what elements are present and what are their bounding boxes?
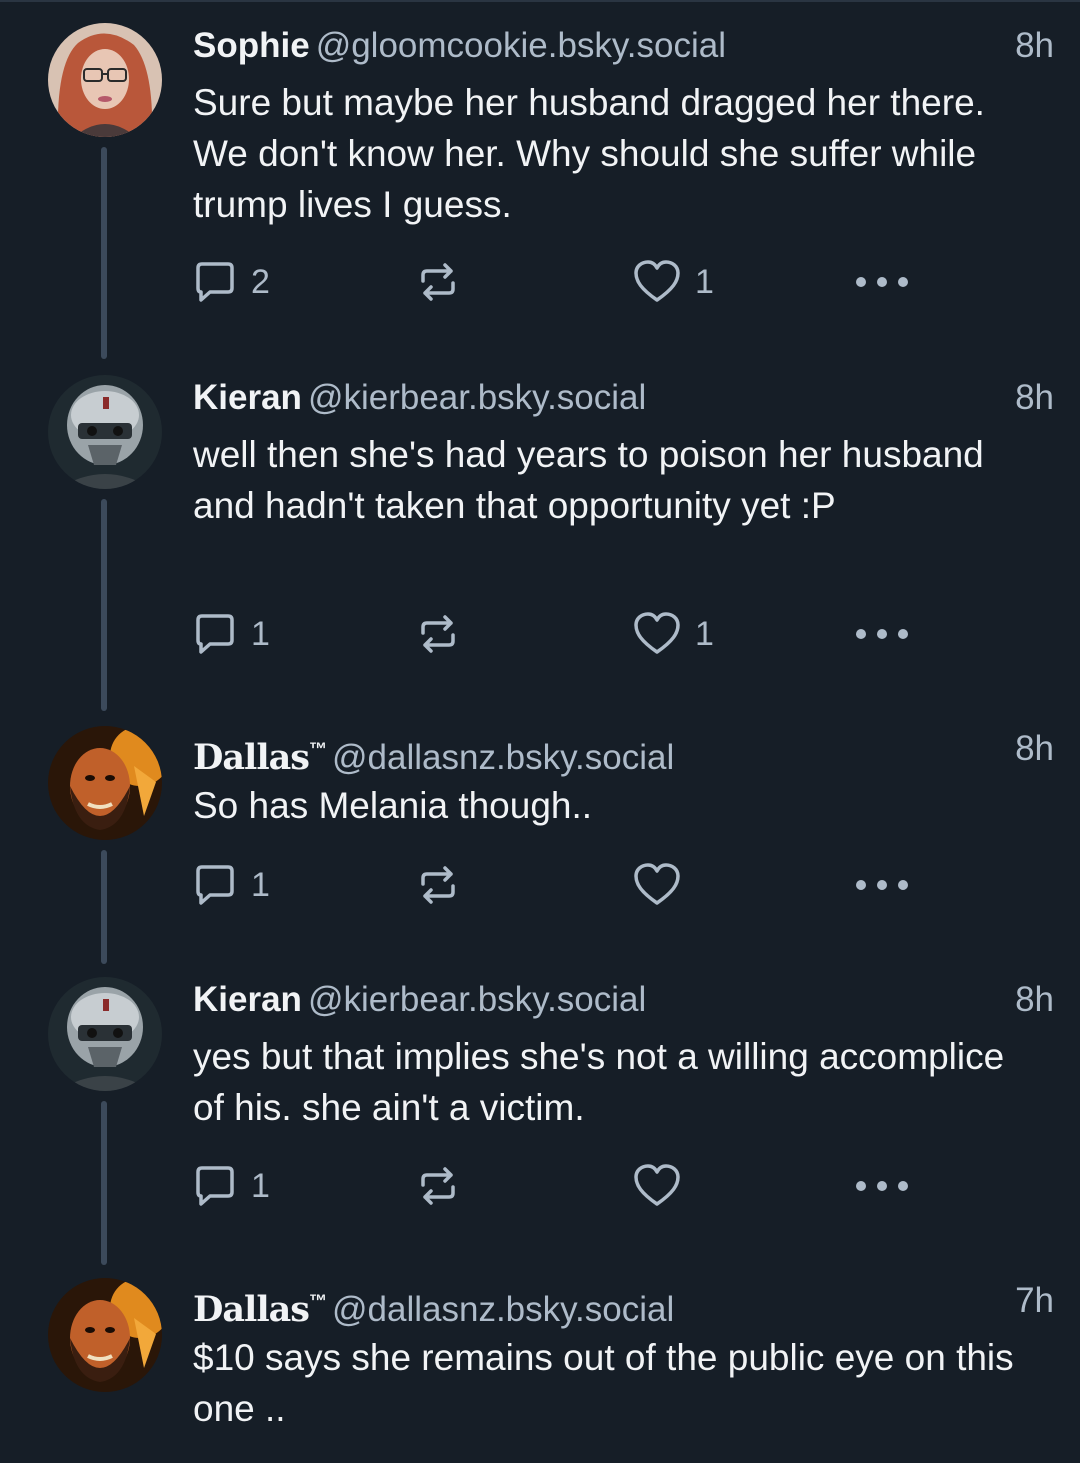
repost-arrows-icon (421, 263, 455, 301)
author-name[interactable]: Kieran (193, 378, 302, 417)
author-handle[interactable]: @dallasnz.bsky.social (332, 738, 674, 777)
author-name[interactable]: Dallas™ (193, 737, 327, 778)
more-options-button[interactable] (855, 860, 909, 910)
reply-button[interactable]: 1 (193, 1161, 270, 1211)
top-divider (0, 0, 1080, 2)
heart-icon (634, 260, 680, 302)
avatar[interactable] (48, 23, 162, 137)
thread-line (101, 1101, 107, 1265)
post-header: Dallas™ @dallasnz.bsky.social (193, 1280, 993, 1331)
heart-icon (634, 863, 680, 905)
post-item[interactable]: Dallas™ @dallasnz.bsky.social 7h $10 says… (0, 1278, 1080, 1463)
post-item[interactable]: Kieran @kierbear.bsky.social 8h yes but t… (0, 977, 1080, 1265)
author-name[interactable]: Kieran (193, 980, 302, 1019)
avatar[interactable] (48, 977, 162, 1091)
repost-button[interactable] (415, 609, 461, 659)
more-options-button[interactable] (855, 609, 909, 659)
more-options-button[interactable] (855, 257, 909, 307)
like-button[interactable]: 1 (633, 257, 714, 307)
post-actions: 1 (193, 1161, 953, 1211)
heart-icon (634, 1164, 680, 1206)
reply-bubble-icon (196, 262, 234, 302)
post-text: yes but that implies she's not a willing… (193, 1036, 1005, 1128)
author-handle[interactable]: @kierbear.bsky.social (308, 980, 646, 1019)
thread-line (101, 147, 107, 359)
author-handle[interactable]: @kierbear.bsky.social (308, 378, 646, 417)
reply-bubble-icon (196, 1166, 234, 1206)
more-dots-icon (856, 1181, 908, 1191)
post-time[interactable]: 8h (1015, 728, 1054, 770)
reply-count: 1 (251, 865, 270, 904)
repost-button[interactable] (415, 860, 461, 910)
reply-count: 2 (251, 262, 270, 301)
post-time[interactable]: 8h (1015, 979, 1054, 1021)
like-count: 1 (695, 614, 714, 653)
reply-count: 1 (251, 1166, 270, 1205)
like-button[interactable] (633, 860, 695, 910)
reply-button[interactable]: 2 (193, 257, 270, 307)
post-text: So has Melania though.. (193, 785, 593, 826)
post-item[interactable]: Kieran @kierbear.bsky.social 8h well then… (0, 375, 1080, 711)
post-item[interactable]: Sophie @gloomcookie.bsky.social 8h Sure b… (0, 23, 1080, 359)
post-actions: 1 1 (193, 609, 953, 659)
reply-button[interactable]: 1 (193, 860, 270, 910)
repost-arrows-icon (421, 866, 455, 904)
reply-count: 1 (251, 614, 270, 653)
post-time[interactable]: 8h (1015, 25, 1054, 67)
more-dots-icon (856, 629, 908, 639)
post-header: Dallas™ @dallasnz.bsky.social (193, 728, 993, 779)
avatar[interactable] (48, 1278, 162, 1392)
repost-arrows-icon (421, 615, 455, 653)
repost-button[interactable] (415, 257, 461, 307)
post-time[interactable]: 8h (1015, 377, 1054, 419)
like-button[interactable]: 1 (633, 609, 714, 659)
heart-icon (634, 612, 680, 654)
repost-button[interactable] (415, 1161, 461, 1211)
more-dots-icon (856, 277, 908, 287)
avatar[interactable] (48, 375, 162, 489)
more-options-button[interactable] (855, 1161, 909, 1211)
author-handle[interactable]: @dallasnz.bsky.social (332, 1290, 674, 1329)
avatar[interactable] (48, 726, 162, 840)
reply-bubble-icon (196, 614, 234, 654)
reply-button[interactable]: 1 (193, 609, 270, 659)
post-time[interactable]: 7h (1015, 1280, 1054, 1322)
thread-line (101, 499, 107, 711)
like-button[interactable] (633, 1161, 695, 1211)
post-actions: 2 1 (193, 257, 953, 307)
post-text: $10 says she remains out of the public e… (193, 1337, 1014, 1429)
like-count: 1 (695, 262, 714, 301)
post-item[interactable]: Dallas™ @dallasnz.bsky.social 8h So has M… (0, 726, 1080, 964)
author-name[interactable]: Sophie (193, 26, 310, 65)
reply-bubble-icon (196, 865, 234, 905)
thread-line (101, 850, 107, 964)
more-dots-icon (856, 880, 908, 890)
post-text: well then she's had years to poison her … (193, 434, 984, 526)
repost-arrows-icon (421, 1167, 455, 1205)
author-name[interactable]: Dallas™ (193, 1289, 327, 1330)
post-header: Sophie @gloomcookie.bsky.social (193, 25, 993, 67)
post-text: Sure but maybe her husband dragged her t… (193, 82, 985, 225)
post-actions: 1 (193, 860, 953, 910)
post-header: Kieran @kierbear.bsky.social (193, 377, 993, 419)
author-handle[interactable]: @gloomcookie.bsky.social (316, 26, 726, 65)
post-header: Kieran @kierbear.bsky.social (193, 979, 993, 1021)
